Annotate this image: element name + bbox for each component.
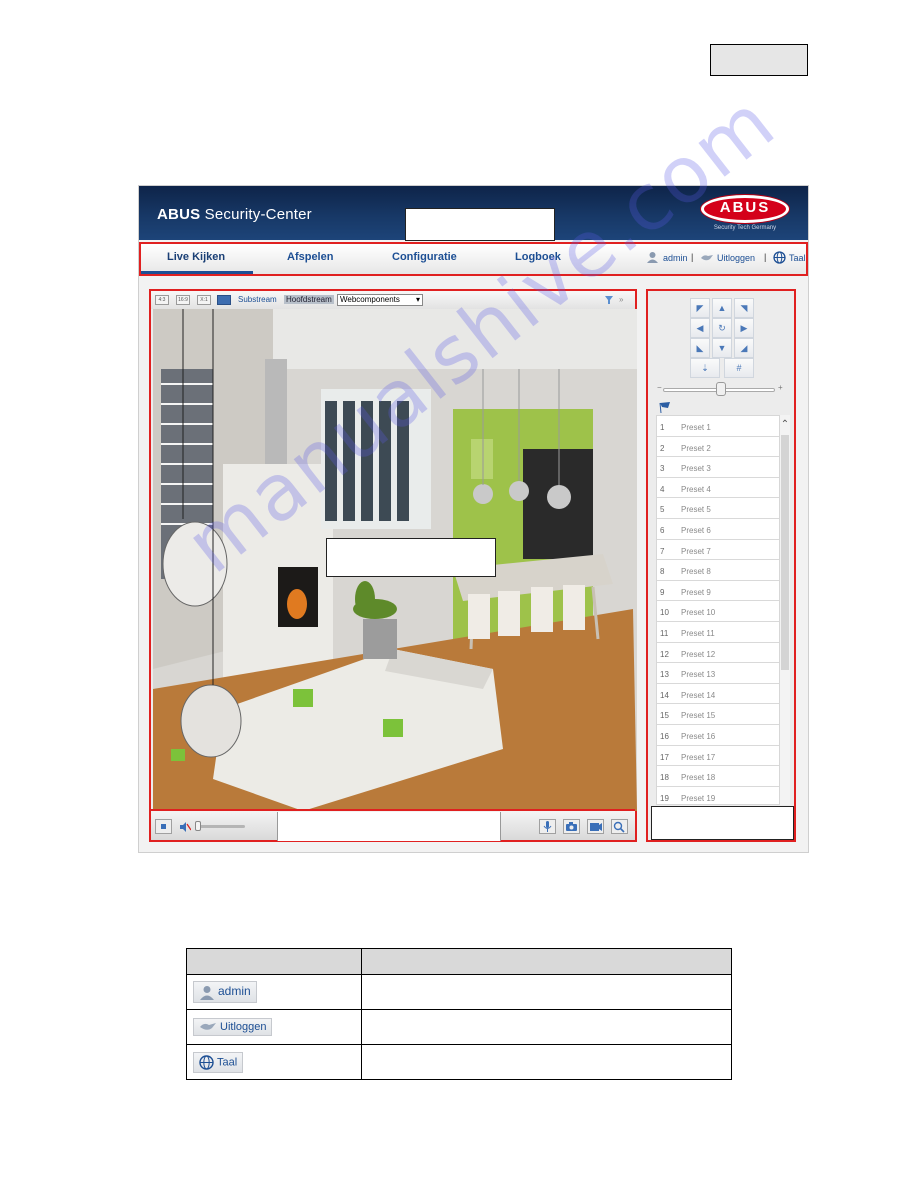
ptz-control-panel: ◤ ▲ ◥ ◀ ↻ ▶ ◣ ▼ ◢ ⇣ # − + 1 Preset 1 2 Pre… xyxy=(646,289,796,842)
list-item[interactable]: 3 Preset 3 xyxy=(657,457,779,478)
list-item[interactable]: 9 Preset 9 xyxy=(657,581,779,602)
camera-icon xyxy=(566,822,577,831)
microphone-button[interactable] xyxy=(539,819,556,834)
stop-button[interactable] xyxy=(155,819,172,834)
nav-logout[interactable]: Uitloggen xyxy=(717,253,755,263)
app-title: ABUS Security-Center xyxy=(157,206,312,223)
globe-icon xyxy=(199,1054,214,1070)
chevron-up-icon[interactable]: ⌃ xyxy=(780,419,790,430)
admin-pill: admin xyxy=(193,981,257,1003)
aspect-original-button[interactable]: X:1 xyxy=(197,295,211,305)
globe-icon xyxy=(773,251,786,264)
snapshot-button[interactable] xyxy=(563,819,580,834)
plugin-select[interactable]: Webcomponents ▾ xyxy=(337,294,423,306)
list-item[interactable]: 14 Preset 14 xyxy=(657,684,779,705)
callout-box xyxy=(651,806,794,840)
ptz-auto-scan-button[interactable]: ↻ xyxy=(712,318,732,338)
page-number-box xyxy=(710,44,808,76)
list-item[interactable]: 4 Preset 4 xyxy=(657,478,779,499)
list-item[interactable]: 10 Preset 10 xyxy=(657,601,779,622)
nav-language[interactable]: Taal xyxy=(789,253,806,263)
list-item[interactable]: 2 Preset 2 xyxy=(657,437,779,458)
ptz-down-right-button[interactable]: ◢ xyxy=(734,338,754,358)
logout-icon xyxy=(701,255,713,261)
tab-configuratie[interactable]: Configuratie xyxy=(392,251,457,263)
logout-pill: Uitloggen xyxy=(193,1017,273,1036)
chevron-down-icon: ▾ xyxy=(415,295,420,304)
callout-box xyxy=(326,538,496,577)
preset-tab-icon[interactable] xyxy=(658,401,672,413)
stop-icon xyxy=(161,824,166,829)
nav-user[interactable]: admin xyxy=(663,253,688,263)
list-item[interactable]: 13 Preset 13 xyxy=(657,663,779,684)
tab-afspelen[interactable]: Afspelen xyxy=(287,251,333,263)
aspect-4-3-button[interactable]: 4:3 xyxy=(155,295,169,305)
list-item[interactable]: 17 Preset 17 xyxy=(657,746,779,767)
list-item[interactable]: 12 Preset 12 xyxy=(657,643,779,664)
ptz-up-button[interactable]: ▲ xyxy=(712,298,732,318)
list-item[interactable]: 7 Preset 7 xyxy=(657,540,779,561)
record-button[interactable] xyxy=(587,819,604,834)
fullscreen-button[interactable] xyxy=(217,295,231,305)
list-item[interactable]: 19 Preset 19 xyxy=(657,787,779,804)
language-pill: Taal xyxy=(193,1051,244,1073)
list-item[interactable]: 15 Preset 15 xyxy=(657,704,779,725)
volume-muted-icon[interactable] xyxy=(179,822,191,832)
list-item[interactable]: 5 Preset 5 xyxy=(657,498,779,519)
ptz-toggle-icon[interactable] xyxy=(603,295,615,305)
ptz-left-button[interactable]: ◀ xyxy=(690,318,710,338)
main-nav: Live Kijken Afspelen Configuratie Logboe… xyxy=(139,242,808,276)
ptz-direction-pad: ◤ ▲ ◥ ◀ ↻ ▶ ◣ ▼ ◢ ⇣ # xyxy=(690,298,756,378)
scroll-thumb[interactable] xyxy=(781,435,789,670)
callout-box xyxy=(277,812,501,841)
list-item[interactable]: 16 Preset 16 xyxy=(657,725,779,746)
expand-icon[interactable]: » xyxy=(619,295,623,304)
microphone-icon xyxy=(543,821,552,832)
ptz-right-button[interactable]: ▶ xyxy=(734,318,754,338)
volume-knob[interactable] xyxy=(195,821,201,831)
zoom-icon xyxy=(613,821,625,833)
ptz-down-left-button[interactable]: ◣ xyxy=(690,338,710,358)
ptz-grid-button[interactable]: # xyxy=(724,358,754,378)
preset-list: 1 Preset 1 2 Preset 2 3 Preset 3 4 Preset 4 … xyxy=(656,415,780,805)
icon-legend-table: admin Uitloggen Taal xyxy=(186,948,732,1080)
list-item[interactable]: 11 Preset 11 xyxy=(657,622,779,643)
substream-option[interactable]: Substream xyxy=(238,295,277,304)
aspect-16-9-button[interactable]: 16:9 xyxy=(176,295,190,305)
tab-live-kijken[interactable]: Live Kijken xyxy=(167,251,225,263)
ptz-up-right-button[interactable]: ◥ xyxy=(734,298,754,318)
volume-slider[interactable] xyxy=(195,825,245,828)
user-icon xyxy=(200,985,214,1000)
list-item[interactable]: 8 Preset 8 xyxy=(657,560,779,581)
ptz-up-left-button[interactable]: ◤ xyxy=(690,298,710,318)
list-item[interactable]: 1 Preset 1 xyxy=(657,416,779,437)
video-control-bar xyxy=(151,809,635,841)
ptz-down-button[interactable]: ▼ xyxy=(712,338,732,358)
logout-icon xyxy=(200,1023,216,1031)
mainstream-option[interactable]: Hoofdstream xyxy=(284,295,334,304)
zoom-button[interactable] xyxy=(611,819,628,834)
ptz-focus-button[interactable]: ⇣ xyxy=(690,358,720,378)
preset-scrollbar[interactable]: ⌃ xyxy=(780,415,790,805)
ptz-speed-knob[interactable] xyxy=(716,382,726,396)
list-item[interactable]: 6 Preset 6 xyxy=(657,519,779,540)
list-item[interactable]: 18 Preset 18 xyxy=(657,766,779,787)
record-icon xyxy=(590,823,602,831)
active-tab-indicator xyxy=(141,271,253,274)
